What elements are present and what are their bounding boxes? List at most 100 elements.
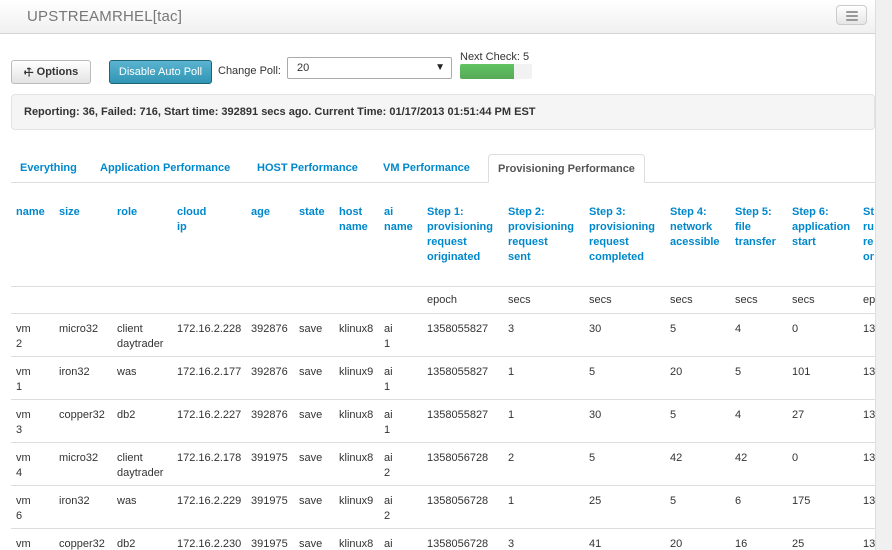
table-cell-line: 1358055827 [427, 409, 489, 421]
options-button-label: Options [36, 66, 79, 78]
table-cell-line: vm [16, 323, 31, 335]
table-cell-line: 13 [863, 452, 875, 464]
disable-auto-poll-button[interactable]: Disable Auto Poll [109, 60, 212, 84]
table-cell: 6 [735, 494, 741, 509]
table-cell-line: 1 [508, 495, 515, 507]
table-cell-line: 27 [792, 409, 805, 421]
table-cell-line: micro32 [59, 452, 99, 464]
column-header-line: sent [508, 251, 531, 263]
table-cell-line: vm [16, 538, 31, 550]
column-header-line: name [16, 206, 45, 218]
column-header: ai name [384, 205, 413, 235]
table-cell-line: 25 [589, 495, 602, 507]
table-cell-line: 13 [863, 538, 875, 550]
table-cell-line: 101 [792, 366, 811, 378]
tab-provisioning-performance[interactable]: Provisioning Performance [488, 154, 645, 183]
column-header: age [251, 205, 270, 220]
table-cell-line: 4 [735, 323, 742, 335]
table-cell-line: 0 [792, 323, 799, 335]
table-cell-line: 1358056728 [427, 495, 489, 507]
table-cell: client daytrader [117, 451, 163, 481]
table-cell-line: 392876 [251, 409, 288, 421]
menu-bar-icon [846, 11, 858, 13]
table-cell-line: 41 [589, 538, 602, 550]
table-cell: klinux8 [339, 322, 373, 337]
table-cell: save [299, 537, 322, 550]
table-cell: ai2 [384, 537, 393, 550]
table-cell-line: 172.16.2.230 [177, 538, 242, 550]
table-cell: save [299, 365, 322, 380]
table-cell: iron32 [59, 494, 90, 509]
table-cell-line: 20 [670, 538, 683, 550]
table-cell-line: copper32 [59, 409, 105, 421]
table-cell-line: 25 [792, 538, 805, 550]
table-cell: 13 [863, 494, 875, 509]
table-cell-line: 172.16.2.178 [177, 452, 242, 464]
poll-interval-select[interactable]: 20 ▼ [287, 57, 452, 79]
column-unit: secs [508, 294, 531, 306]
table-cell-line: was [117, 366, 137, 378]
table-cell-line: ai [384, 538, 393, 550]
table-cell: 13 [863, 365, 875, 380]
column-header-line: originated [427, 251, 481, 263]
table-cell: 172.16.2.230 [177, 537, 241, 550]
table-cell: 392876 [251, 365, 288, 380]
column-header: St ru re or [863, 205, 874, 265]
column-header-line: Step 4: [670, 206, 707, 218]
table-cell: 1 [508, 408, 514, 423]
app-page: UPSTREAMRHEL[tac] ⚒ Options Disable Auto… [0, 0, 875, 550]
next-check-progress [460, 64, 532, 79]
tab-application-performance[interactable]: Application Performance [100, 154, 230, 183]
table-cell-line: 5 [670, 323, 677, 335]
column-header-line: start [792, 236, 816, 248]
table-cell: 392876 [251, 408, 288, 423]
next-check-progress-bar [460, 64, 514, 79]
row-divider [11, 442, 875, 443]
table-cell-line: 13 [863, 495, 875, 507]
table-cell-line: 2 [384, 510, 391, 522]
app-title[interactable]: UPSTREAMRHEL[tac] [27, 8, 182, 25]
table-cell: 1358055827 [427, 408, 488, 423]
nav-menu-toggle[interactable] [836, 5, 867, 25]
vertical-scrollbar[interactable] [875, 0, 892, 550]
column-header-line: Step 6: [792, 206, 829, 218]
tab-host-performance[interactable]: HOST Performance [257, 154, 358, 183]
table-cell-line: save [299, 495, 323, 507]
table-cell: vm 1 [16, 365, 31, 395]
column-header: Step 6: application start [792, 205, 850, 250]
table-cell-line: 5 [670, 495, 677, 507]
column-header: state [299, 205, 325, 220]
table-cell-line: 0 [792, 452, 799, 464]
performance-tabs: Everything Application Performance HOST Pe… [11, 154, 875, 183]
column-header-line: Step 1: [427, 206, 464, 218]
table-cell-line: 1358055827 [427, 366, 489, 378]
table-cell: 25 [589, 494, 601, 509]
table-cell-line: 2 [16, 338, 23, 350]
table-cell: ai 1 [384, 322, 393, 352]
table-cell-line: 1358055827 [427, 323, 489, 335]
row-divider [11, 313, 875, 314]
column-header-line: age [251, 206, 270, 218]
table-cell: ai 1 [384, 408, 393, 438]
table-cell: 20 [670, 537, 682, 550]
column-header: role [117, 205, 137, 220]
table-cell-line: 4 [16, 467, 23, 479]
table-cell: klinux8 [339, 537, 373, 550]
table-cell: 172.16.2.229 [177, 494, 241, 509]
tab-vm-performance[interactable]: VM Performance [383, 154, 470, 183]
tab-everything[interactable]: Everything [20, 154, 77, 183]
dropdown-arrow-icon: ▼ [435, 62, 445, 73]
table-cell-line: klinux8 [339, 452, 374, 464]
table-cell: vm 3 [16, 408, 31, 438]
table-cell-line: save [299, 538, 323, 550]
table-cell: 391975 [251, 537, 288, 550]
table-cell: iron32 [59, 365, 90, 380]
table-cell: klinux9 [339, 365, 373, 380]
table-cell-line: 13 [863, 323, 875, 335]
table-cell: 5 [670, 408, 676, 423]
table-cell: 101 [792, 365, 810, 380]
top-navbar: UPSTREAMRHEL[tac] [0, 0, 875, 34]
options-button[interactable]: ⚒ Options [11, 60, 91, 84]
row-divider [11, 528, 875, 529]
column-header-line: St [863, 206, 874, 218]
